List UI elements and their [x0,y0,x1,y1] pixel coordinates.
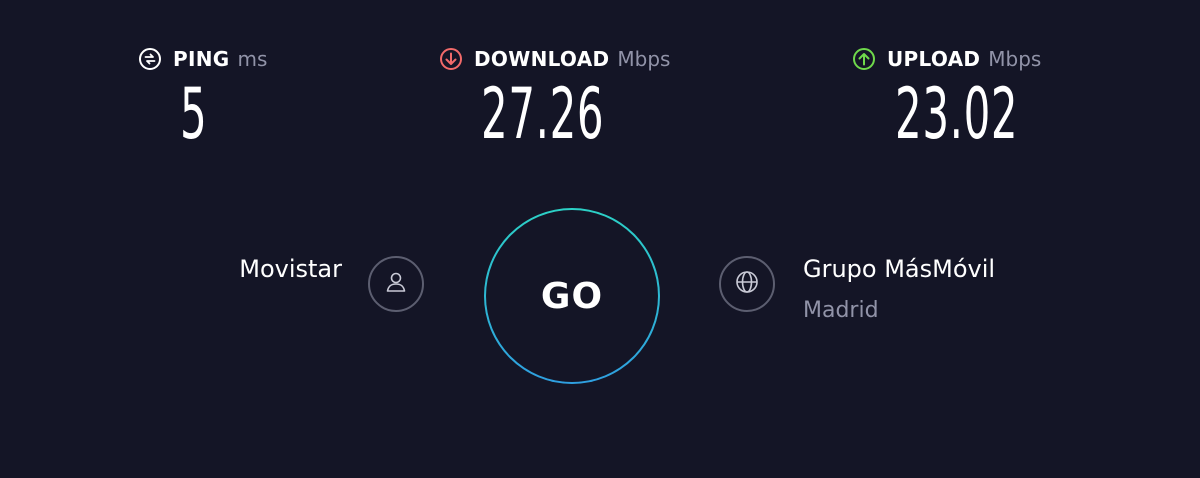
upload-unit: Mbps [988,47,1042,71]
ping-header: PING ms [138,44,267,74]
go-button-inner[interactable]: GO [486,210,658,382]
download-metric: DOWNLOAD Mbps 27.26 [439,44,670,154]
globe-icon [733,268,761,300]
ping-unit: ms [237,47,268,71]
ping-value: 5 [180,73,208,155]
upload-label: UPLOAD [887,47,981,71]
server-name[interactable]: Grupo MásMóvil [803,255,995,283]
upload-arrow-icon [852,47,876,71]
ping-metric: PING ms 5 [138,44,267,154]
server-button[interactable] [719,256,775,312]
server-location: Madrid [803,298,879,323]
ping-label: PING [173,47,230,71]
download-unit: Mbps [617,47,671,71]
download-label: DOWNLOAD [474,47,610,71]
ping-icon [138,47,162,71]
download-header: DOWNLOAD Mbps [439,44,670,74]
download-arrow-icon [439,47,463,71]
go-label: GO [540,275,604,317]
go-button[interactable]: GO [484,208,660,384]
upload-header: UPLOAD Mbps [852,44,1041,74]
upload-metric: UPLOAD Mbps 23.02 [852,44,1041,154]
upload-value: 23.02 [895,73,1019,155]
download-value: 27.26 [481,73,605,155]
isp-name: Movistar [239,255,342,283]
user-icon [382,268,410,300]
user-button[interactable] [368,256,424,312]
